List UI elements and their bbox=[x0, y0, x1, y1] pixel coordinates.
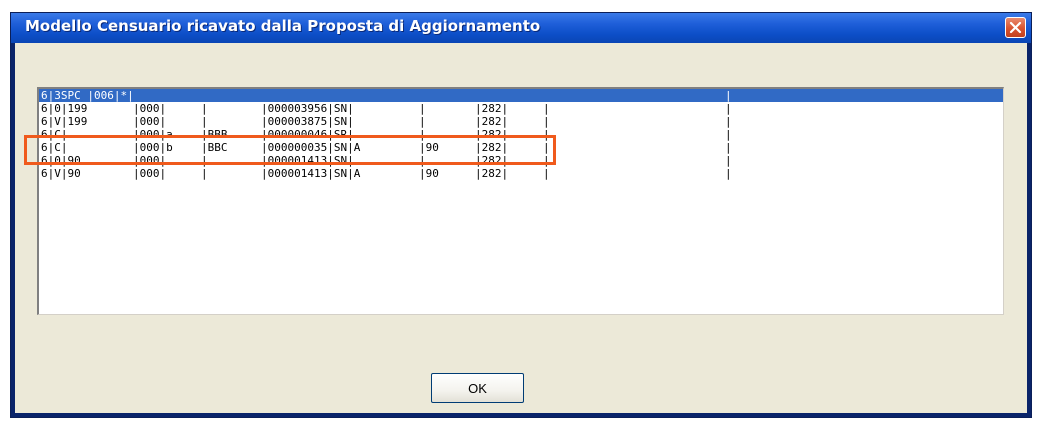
list-cell: |90 bbox=[419, 167, 439, 180]
list-cell: |000|a bbox=[133, 128, 173, 141]
list-cell: |282| bbox=[475, 167, 509, 180]
close-button[interactable] bbox=[1005, 17, 1026, 38]
list-cell: | bbox=[725, 89, 732, 102]
list-cell: | bbox=[725, 115, 732, 128]
list-cell: | bbox=[201, 167, 208, 180]
list-item[interactable]: 6|V|90 |000| | |000001413|SN|A |90 |282| | | bbox=[39, 167, 1003, 180]
list-cell: |BBB bbox=[201, 128, 228, 141]
list-cell: | bbox=[201, 102, 208, 115]
list-cell: |000003875|SN| bbox=[261, 115, 354, 128]
list-item[interactable]: 6|C| |000|b |BBC |000000035|SN|A |90 |282| | | bbox=[39, 141, 1003, 154]
list-item[interactable]: 6|0|199 |000| | |000003956|SN| | |282| | | bbox=[39, 102, 1003, 115]
list-cell: 6|0|199 bbox=[41, 102, 88, 115]
list-cell: |282| bbox=[475, 154, 509, 167]
list-cell: | bbox=[543, 167, 550, 180]
list-cell: | bbox=[201, 115, 208, 128]
list-cell: | bbox=[725, 154, 732, 167]
list-cell: |000000035|SN|A bbox=[261, 141, 361, 154]
dialog-window: Modello Censuario ricavato dalla Propost… bbox=[10, 12, 1032, 418]
close-icon bbox=[1009, 21, 1022, 34]
list-cell: |000001413|SN|A bbox=[261, 167, 361, 180]
list-cell: | bbox=[419, 154, 426, 167]
list-item[interactable]: 6|0|90 |000| | |000001413|SN| | |282| | | bbox=[39, 154, 1003, 167]
list-cell: |282| bbox=[475, 128, 509, 141]
list-cell: 6|C| bbox=[41, 141, 68, 154]
list-cell: | bbox=[725, 141, 732, 154]
list-cell: | bbox=[543, 128, 550, 141]
list-cell: |000|b bbox=[133, 141, 173, 154]
list-cell: 6|V|199 bbox=[41, 115, 88, 128]
list-cell: 6|V|90 bbox=[41, 167, 81, 180]
list-cell: | bbox=[725, 128, 732, 141]
list-item[interactable]: 6|C| |000|a |BBB |000000046|SR| | |282| | | bbox=[39, 128, 1003, 141]
list-cell: |000| bbox=[133, 102, 167, 115]
list-cell: |282| bbox=[475, 102, 509, 115]
list-cell: 6|3SPC |006|*| bbox=[41, 89, 134, 102]
list-cell: | bbox=[725, 167, 732, 180]
list-cell: | bbox=[201, 154, 208, 167]
list-cell: |282| bbox=[475, 141, 509, 154]
list-item[interactable]: 6|3SPC |006|*| | bbox=[39, 89, 1003, 102]
list-cell: |000003956|SN| bbox=[261, 102, 354, 115]
title-bar[interactable]: Modello Censuario ricavato dalla Propost… bbox=[11, 13, 1031, 43]
ok-button[interactable]: OK bbox=[431, 373, 524, 403]
list-cell: | bbox=[543, 102, 550, 115]
list-cell: 6|C| bbox=[41, 128, 68, 141]
list-cell: |000| bbox=[133, 154, 167, 167]
records-listbox[interactable]: 6|3SPC |006|*| | 6|0|199 |000| | |000003956|S… bbox=[37, 87, 1004, 315]
dialog-body: 6|3SPC |006|*| | 6|0|199 |000| | |000003956|S… bbox=[15, 43, 1027, 413]
list-item[interactable]: 6|V|199 |000| | |000003875|SN| | |282| | | bbox=[39, 115, 1003, 128]
list-cell: | bbox=[725, 102, 732, 115]
list-cell: |BBC bbox=[201, 141, 228, 154]
list-cell: |90 bbox=[419, 141, 439, 154]
list-cell: 6|0|90 bbox=[41, 154, 81, 167]
list-cell: | bbox=[543, 115, 550, 128]
list-cell: | bbox=[543, 154, 550, 167]
window-title: Modello Censuario ricavato dalla Propost… bbox=[25, 17, 541, 35]
list-cell: | bbox=[543, 141, 550, 154]
list-cell: | bbox=[419, 102, 426, 115]
list-cell: | bbox=[419, 115, 426, 128]
list-cell: |000001413|SN| bbox=[261, 154, 354, 167]
list-cell: |000| bbox=[133, 167, 167, 180]
list-cell: |000| bbox=[133, 115, 167, 128]
list-cell: |000000046|SR| bbox=[261, 128, 354, 141]
list-cell: |282| bbox=[475, 115, 509, 128]
list-cell: | bbox=[419, 128, 426, 141]
